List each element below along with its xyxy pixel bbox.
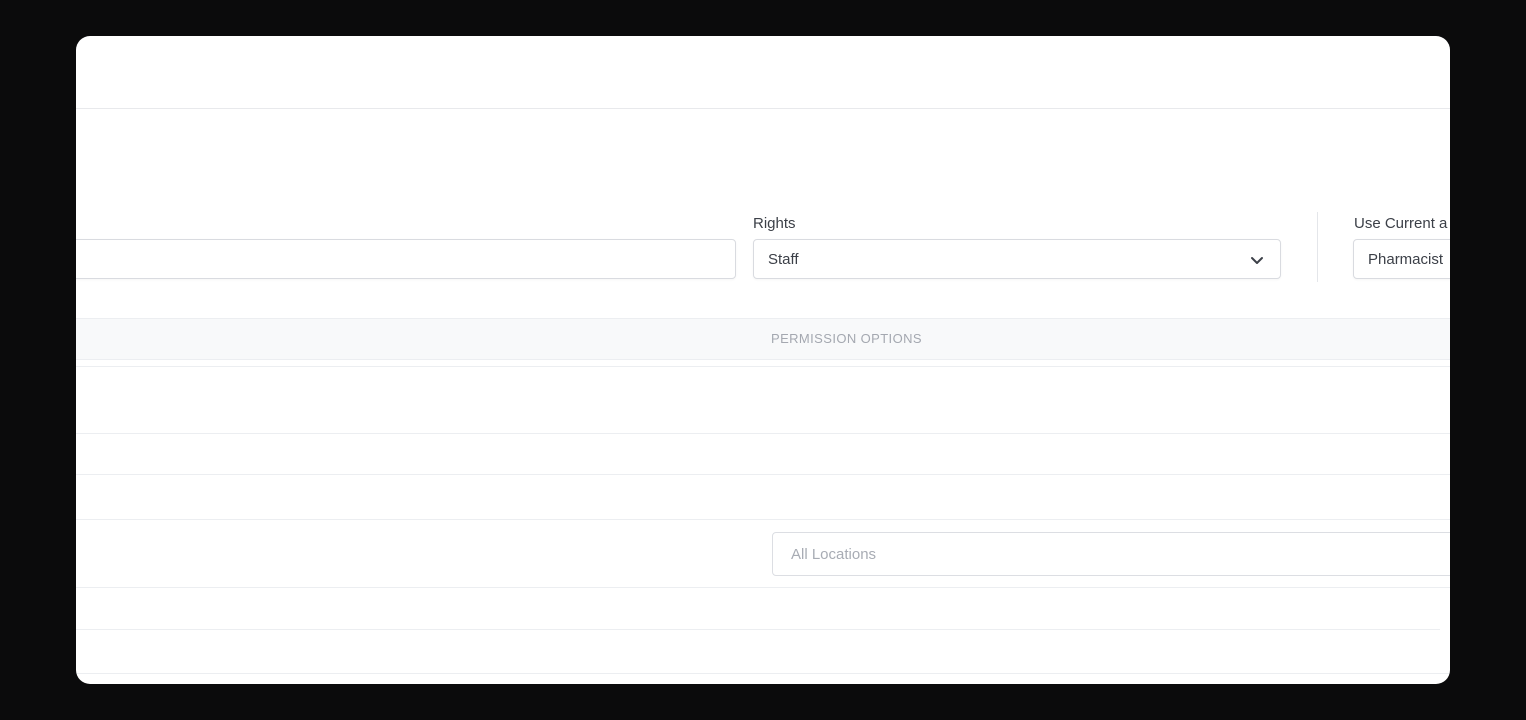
modal-header	[76, 36, 1450, 109]
row-divider	[76, 629, 1440, 630]
rights-selected-value: Staff	[768, 251, 799, 268]
use-current-label: Use Current a	[1354, 215, 1448, 232]
rights-label: Rights	[753, 215, 796, 232]
permissions-table-header: PERMISSION OPTIONS	[76, 318, 1450, 360]
location-select[interactable]: All Locations	[772, 532, 1450, 576]
location-placeholder: All Locations	[791, 546, 877, 563]
row-divider	[76, 519, 1450, 520]
name-input[interactable]	[76, 239, 736, 279]
use-current-select[interactable]: Pharmacist	[1353, 239, 1450, 279]
modal-window: Rights Staff Use Current a Pharmacist PE…	[76, 36, 1450, 684]
permission-options-column-header: PERMISSION OPTIONS	[771, 331, 922, 346]
row-divider	[76, 587, 1450, 588]
row-divider	[76, 366, 1450, 367]
row-divider	[76, 433, 1450, 434]
row-divider	[76, 673, 1450, 674]
field-divider	[1317, 212, 1318, 282]
row-divider	[76, 474, 1450, 475]
use-current-selected-value: Pharmacist	[1368, 251, 1444, 268]
rights-select[interactable]: Staff	[753, 239, 1281, 279]
chevron-down-icon	[1251, 257, 1263, 264]
